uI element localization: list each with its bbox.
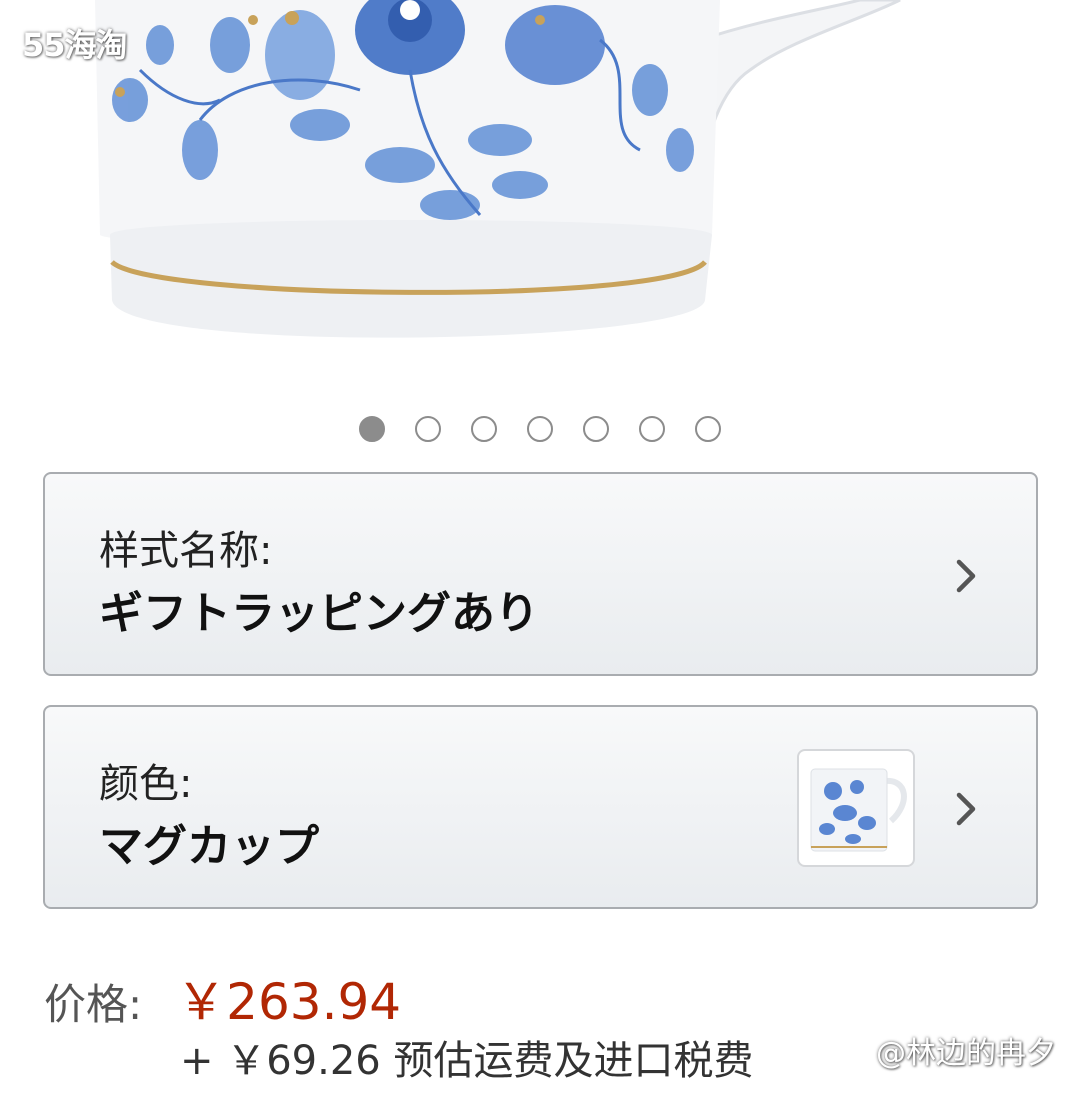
carousel-dot[interactable] xyxy=(583,416,609,442)
chevron-right-icon xyxy=(956,792,976,826)
color-swatch-thumbnail xyxy=(797,749,915,867)
carousel-dot[interactable] xyxy=(527,416,553,442)
watermark-top-left: 55海淘 xyxy=(22,26,128,64)
price-row: 价格: ￥263.94 xyxy=(44,962,401,1031)
carousel-pagination xyxy=(0,416,1080,446)
style-selector-label: 样式名称: xyxy=(99,528,273,574)
chevron-right-icon xyxy=(956,559,976,593)
carousel-dot[interactable] xyxy=(695,416,721,442)
watermark-bottom-right: @林边的冉夕 xyxy=(876,1036,1056,1071)
carousel-dot[interactable] xyxy=(415,416,441,442)
color-selector-value: マグカップ xyxy=(99,821,319,872)
product-image[interactable] xyxy=(0,0,1080,400)
style-selector-button[interactable]: 样式名称: ギフトラッピングあり xyxy=(43,472,1038,676)
shipping-estimate: + ￥69.26 预估运费及进口税费 xyxy=(180,1038,754,1084)
color-selector-button[interactable]: 颜色: マグカップ xyxy=(43,705,1038,909)
carousel-dot[interactable] xyxy=(359,416,385,442)
color-selector-label: 颜色: xyxy=(99,761,193,807)
carousel-dot[interactable] xyxy=(471,416,497,442)
carousel-dot[interactable] xyxy=(639,416,665,442)
price-label: 价格: xyxy=(44,980,143,1029)
style-selector-value: ギフトラッピングあり xyxy=(99,588,539,639)
price-value: ￥263.94 xyxy=(176,973,402,1031)
